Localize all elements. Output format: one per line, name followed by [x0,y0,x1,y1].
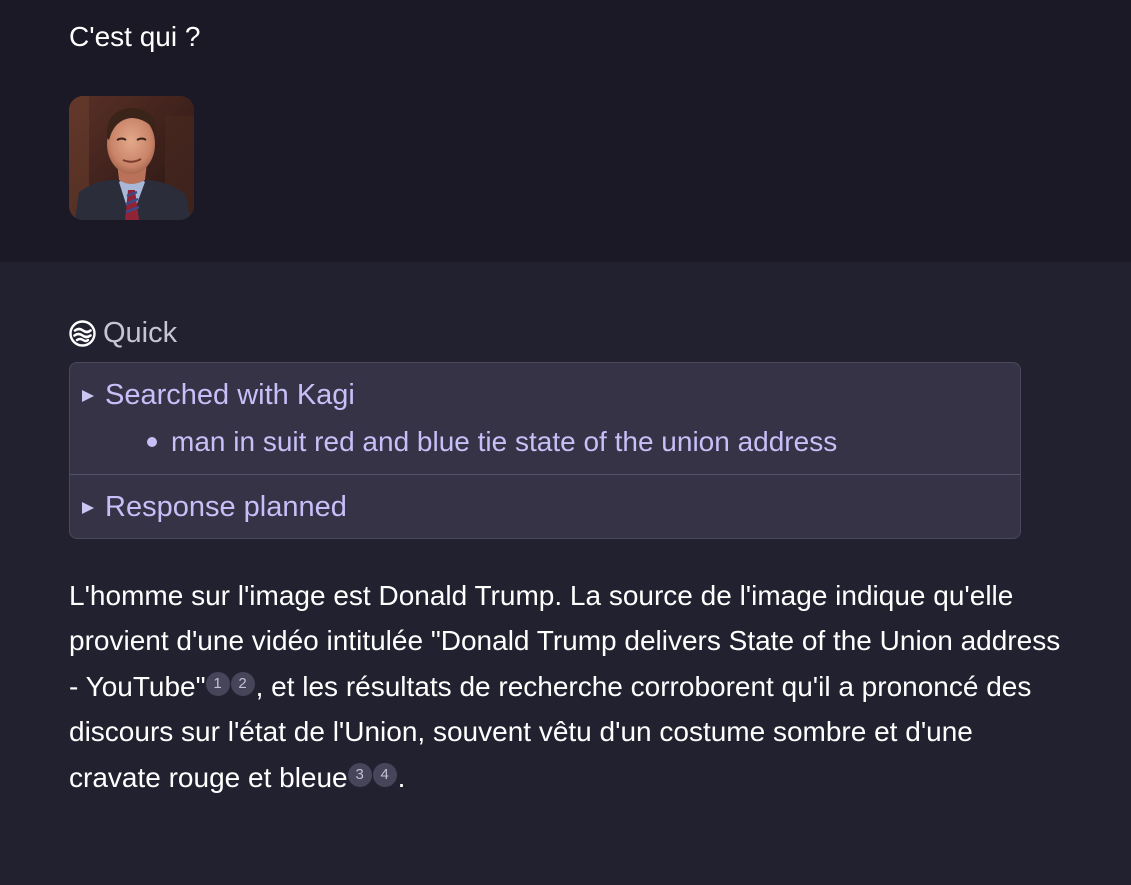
step-toggle-searched[interactable]: Searched with Kagi [82,377,355,413]
search-query-item: man in suit red and blue tie state of th… [147,425,837,459]
reasoning-steps-box: Searched with Kagi man in suit red and b… [69,362,1021,539]
answer-text-3: . [397,761,406,793]
portrait-photo [69,96,194,220]
step-searched: Searched with Kagi man in suit red and b… [70,363,1020,475]
step-title: Response planned [105,491,347,523]
step-response-planned: Response planned [70,475,1020,538]
citation-badge[interactable]: 4 [372,762,397,787]
assistant-answer: L'homme sur l'image est Donald Trump. La… [69,573,1069,800]
attached-image[interactable] [69,96,194,220]
quick-mode-icon [69,319,96,347]
citation-badge[interactable]: 2 [230,671,255,696]
assistant-mode-row: Quick [69,314,177,352]
user-question: C'est qui ? [69,21,201,52]
step-title: Searched with Kagi [105,379,355,411]
mode-label: Quick [103,317,178,349]
citation-badge[interactable]: 1 [205,671,230,696]
bullet-icon [147,437,157,447]
citation-badge[interactable]: 3 [347,762,372,787]
expand-triangle-icon [82,389,94,402]
search-query-text: man in suit red and blue tie state of th… [171,426,838,457]
expand-triangle-icon [82,501,94,514]
step-toggle-response-planned[interactable]: Response planned [82,489,347,525]
